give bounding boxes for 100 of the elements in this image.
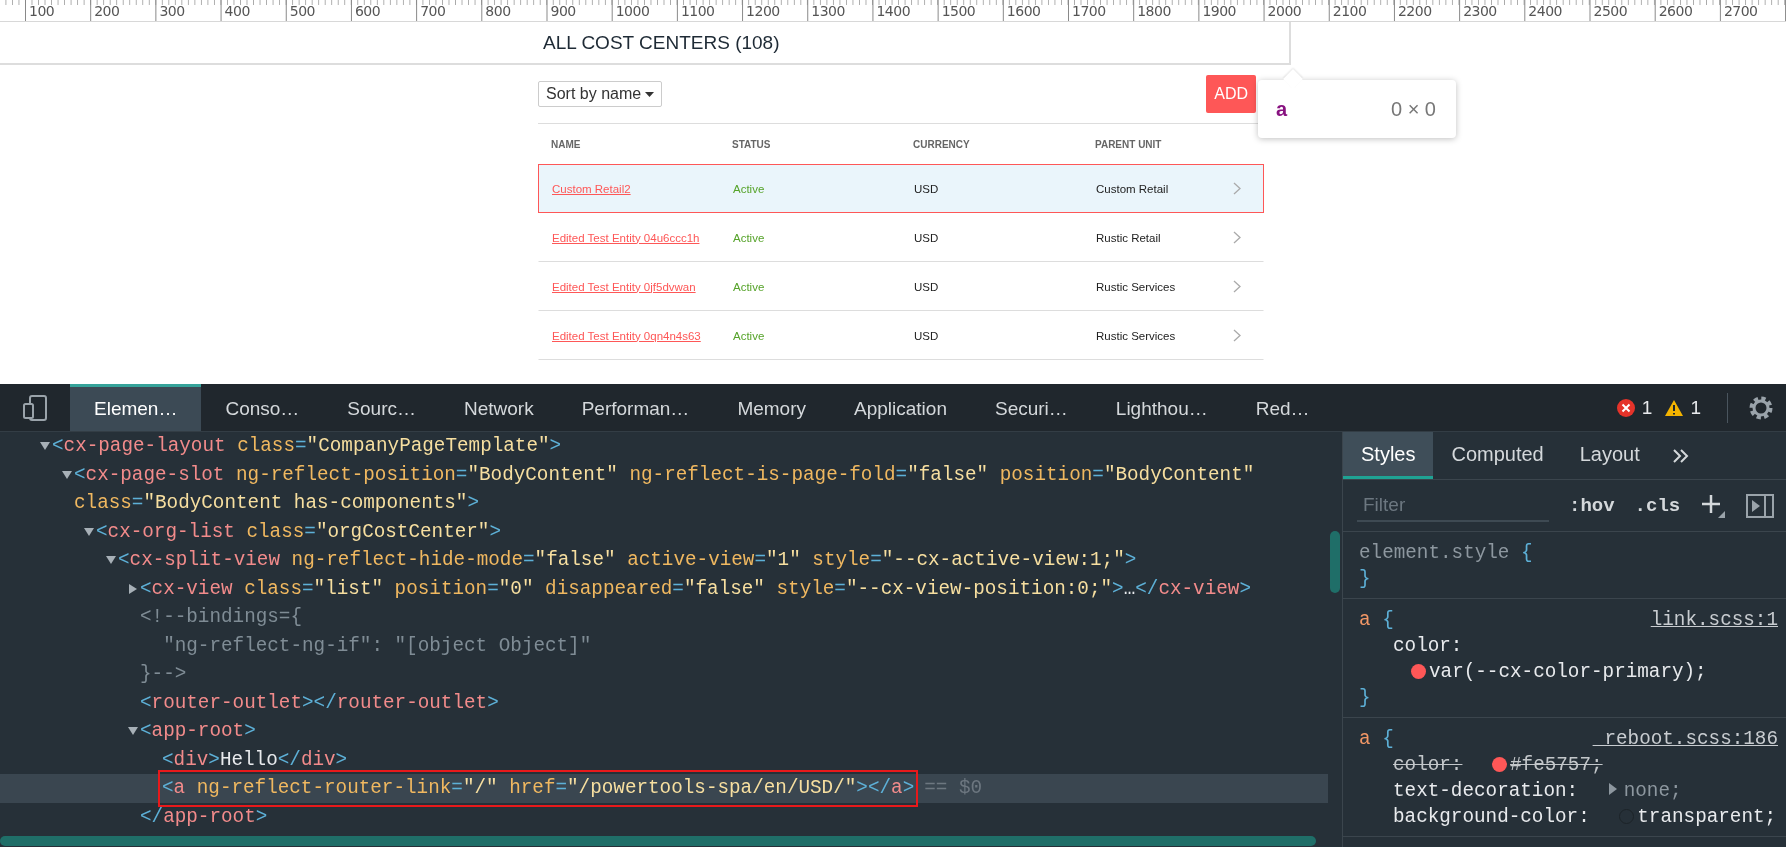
warning-icon[interactable]: [1664, 398, 1685, 417]
status-cell: Active: [733, 280, 765, 293]
error-icon[interactable]: [1615, 397, 1636, 418]
device-toolbar-icon[interactable]: [22, 393, 48, 422]
devtools-tab[interactable]: Lighthou…: [1091, 384, 1232, 431]
dom-row[interactable]: <cx-view class="list" position="0" disappeared="false" style="--cx-view-position:0;">…</cx-view>: [0, 574, 1328, 603]
dom-row[interactable]: <!--bindings={ "ng-reflect-ng-if": "[object Object]" }-->: [0, 603, 1328, 689]
dom-row[interactable]: <router-outlet></router-outlet>: [0, 688, 1328, 717]
devtools-tab[interactable]: Elemen…: [70, 384, 202, 431]
css-value: #fe5757;: [1510, 754, 1603, 776]
currency-cell: USD: [914, 329, 939, 342]
ruler-label: 2500: [1592, 2, 1629, 21]
caret-icon: [645, 91, 655, 97]
ruler-label: 2200: [1396, 2, 1433, 21]
status-cell: Active: [733, 182, 765, 195]
status-cell: Active: [733, 329, 765, 342]
status-cell: Active: [733, 231, 765, 244]
parent-unit-cell: Rustic Services: [1096, 329, 1176, 342]
page-title: ALL COST CENTERS (108): [543, 32, 780, 54]
scrollbar-thumb[interactable]: [1330, 531, 1340, 593]
warning-count[interactable]: 1: [1690, 396, 1701, 419]
devtools-tab[interactable]: Securi…: [970, 384, 1092, 431]
dom-row[interactable]: <cx-split-view ng-reflect-hide-mode="false" active-view="1" style="--cx-active-view:1;">: [0, 546, 1328, 575]
dom-row[interactable]: <cx-page-slot ng-reflect-position="BodyContent" ng-reflect-is-page-fold="false" position="BodyContent" class="BodyContent has-components">: [0, 460, 1328, 518]
plus-icon[interactable]: [1700, 492, 1727, 519]
css-selector: a {: [1359, 608, 1394, 633]
css-selector: a {: [1359, 727, 1394, 752]
devtools-tab[interactable]: Application: [830, 384, 971, 431]
ruler-label: 1300: [810, 2, 846, 21]
ruler-label: 400: [223, 2, 251, 21]
ruler-label: 1100: [679, 2, 716, 21]
ruler-label: 2000: [1266, 2, 1303, 21]
element-tag: a: [1276, 97, 1288, 121]
column-header: PARENT UNIT: [1095, 138, 1163, 150]
ruler-label: 2700: [1722, 2, 1759, 21]
class-button[interactable]: .cls: [1634, 494, 1681, 517]
parent-unit-cell: Rustic Retail: [1096, 231, 1161, 244]
html-markup-text: <app-root>: [140, 719, 256, 744]
ruler-label: 1600: [1005, 2, 1042, 21]
ruler-label: 1500: [940, 2, 977, 21]
ruler-label: 1700: [1071, 2, 1107, 21]
html-markup-text: <cx-org-list class="orgCostCenter">: [96, 519, 501, 545]
parent-unit-cell: Rustic Services: [1096, 280, 1176, 293]
devtools-tab[interactable]: Performan…: [557, 384, 714, 431]
filter-field[interactable]: Filter: [1357, 489, 1549, 522]
currency-cell: USD: [914, 231, 939, 244]
ruler-label: 1200: [745, 2, 781, 21]
html-markup-text: <router-outlet></router-outlet>: [140, 690, 499, 716]
devtools-tab[interactable]: Conso…: [201, 384, 324, 431]
column-header: NAME: [551, 138, 582, 150]
ruler-label: 2400: [1527, 2, 1563, 21]
sidebar-tab[interactable]: Computed: [1433, 432, 1562, 479]
sidebar-toggle-icon[interactable]: [1746, 493, 1775, 518]
html-comment-text: <!--bindings={ "ng-reflect-ng-if": "[object Object]" }-->: [140, 605, 592, 687]
currency-cell: USD: [914, 280, 939, 293]
ruler-label: 900: [549, 2, 577, 21]
ruler-label: 600: [353, 2, 382, 21]
currency-cell: USD: [914, 182, 939, 195]
ruler-label: 300: [158, 2, 186, 21]
css-property: color:: [1393, 754, 1463, 776]
css-property: color:: [1393, 635, 1463, 657]
devtools-tab[interactable]: Memory: [713, 384, 830, 431]
devtools-tab[interactable]: Red…: [1231, 384, 1334, 431]
dom-row[interactable]: <cx-org-list class="orgCostCenter">: [0, 517, 1328, 546]
scrollbar-thumb[interactable]: [0, 836, 1316, 846]
css-property: background-color:: [1393, 806, 1590, 828]
sidebar-tab[interactable]: Styles: [1343, 432, 1434, 479]
ruler-label: 1900: [1201, 2, 1237, 21]
expand-triangle-icon[interactable]: [1607, 782, 1618, 796]
source-link[interactable]: _reboot.scss:186: [1592, 726, 1778, 752]
element-size: 0 × 0: [1390, 97, 1436, 121]
color-swatch[interactable]: [1492, 757, 1507, 772]
devtools-tab[interactable]: Network: [440, 384, 558, 431]
column-header: CURRENCY: [913, 138, 971, 150]
error-count[interactable]: 1: [1641, 396, 1653, 419]
dom-row[interactable]: <cx-page-layout class="CompanyPageTemplate">: [0, 432, 1328, 461]
devtools-tab[interactable]: Sourc…: [323, 384, 440, 431]
ruler-label: 500: [288, 2, 316, 21]
ruler-label: 800: [484, 2, 512, 21]
parent-unit-cell: Custom Retail: [1096, 182, 1169, 195]
settings-icon[interactable]: [1748, 394, 1774, 421]
ruler-label: 100: [28, 2, 56, 21]
html-markup-text: <div>Hello</div>: [162, 747, 348, 773]
html-markup-text: <cx-view class="list" position="0" disappeared="false" style="--cx-view-position:0;">…</cx-view>: [140, 576, 1251, 602]
html-markup-text: <cx-split-view ng-reflect-hide-mode="false" active-view="1" style="--cx-active-view:1;">: [118, 548, 1137, 573]
ruler-label: 2300: [1462, 2, 1498, 21]
ruler-label: 1400: [875, 2, 912, 21]
sort-dropdown[interactable]: Sort by name: [538, 81, 663, 107]
double-chevron-icon[interactable]: [1671, 447, 1690, 464]
ruler-label: 2100: [1331, 2, 1368, 21]
html-markup-text: <cx-page-layout class="CompanyPageTemplate">: [52, 434, 562, 459]
ruler-label: 1800: [1136, 2, 1172, 21]
dom-row[interactable]: <div>Hello</div>: [0, 745, 1328, 774]
hover-state-button[interactable]: :hov: [1569, 494, 1615, 517]
html-markup-text: <cx-page-slot ng-reflect-position="BodyContent" ng-reflect-is-page-fold="false" position="BodyContent" class="BodyContent has-components">: [74, 462, 1256, 516]
closing-brace: }: [1359, 687, 1371, 709]
dom-row[interactable]: <app-root>: [0, 717, 1328, 746]
sidebar-tab[interactable]: Layout: [1561, 432, 1658, 479]
color-swatch[interactable]: [1411, 664, 1426, 679]
source-link[interactable]: link.scss:1: [1650, 607, 1778, 633]
